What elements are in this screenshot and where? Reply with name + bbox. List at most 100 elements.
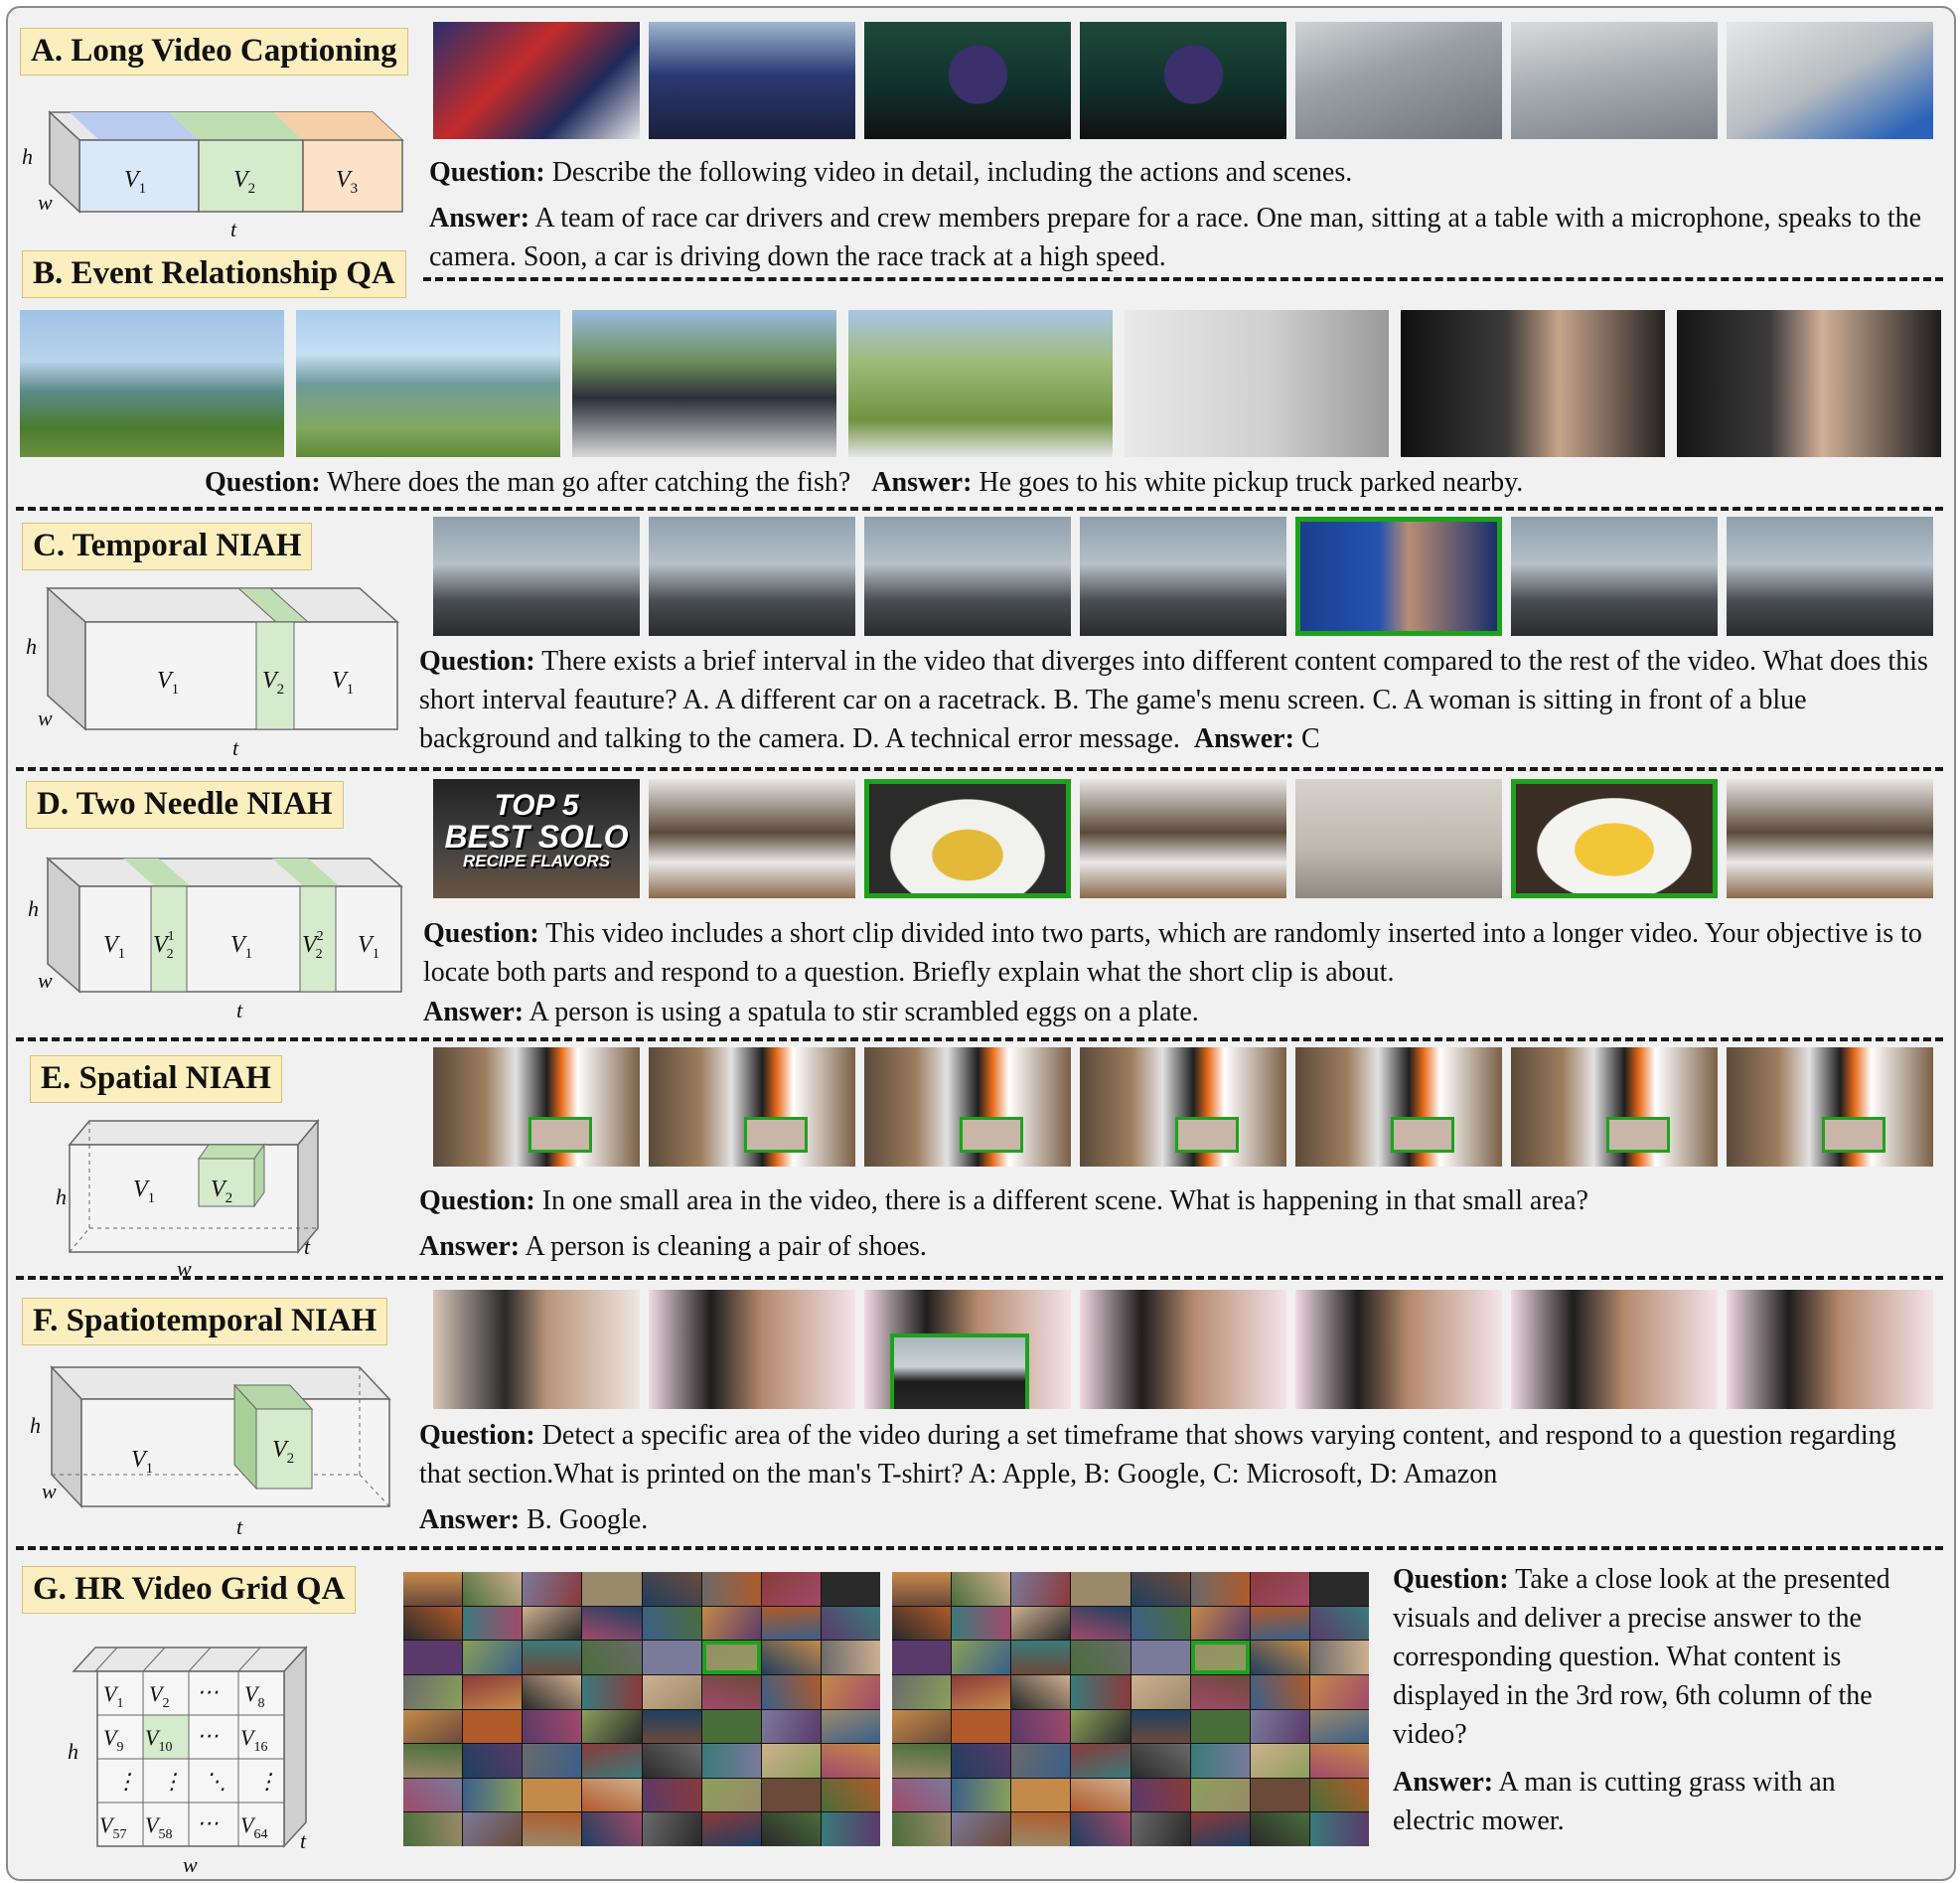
svg-text:w: w — [38, 968, 53, 993]
grid-cell — [582, 1812, 642, 1846]
svg-text:⋮: ⋮ — [256, 1769, 278, 1794]
grid-cell — [523, 1641, 582, 1674]
panel-a-frame — [1727, 22, 1933, 139]
grid-cell — [1309, 1641, 1369, 1674]
grid-cell — [1011, 1744, 1071, 1778]
grid-cell — [1011, 1606, 1071, 1641]
panel-c-frame — [649, 517, 855, 636]
grid-cell — [642, 1572, 701, 1606]
svg-text:w: w — [38, 706, 53, 730]
grid-cell-highlighted — [701, 1641, 761, 1674]
grid-cell — [1250, 1606, 1309, 1641]
panel-d-frame — [1727, 779, 1933, 898]
grid-cell — [1131, 1812, 1190, 1846]
svg-text:w: w — [183, 1852, 198, 1877]
grid-cell — [821, 1744, 880, 1778]
panel-d-frame: TOP 5 BEST SOLO RECIPE FLAVORS — [433, 779, 640, 898]
svg-text:⋱: ⋱ — [205, 1769, 226, 1794]
grid-cell — [523, 1744, 582, 1778]
panel-b-frame — [1125, 310, 1389, 457]
grid-cell — [821, 1778, 880, 1812]
grid-cell — [463, 1572, 523, 1606]
panel-e-needle-inset — [1175, 1117, 1239, 1153]
grid-cell — [1011, 1812, 1071, 1846]
title-card-line2: BEST SOLO — [444, 819, 629, 855]
svg-text:t: t — [304, 1234, 311, 1259]
grid-cell — [523, 1709, 582, 1744]
grid-cell — [463, 1812, 523, 1846]
grid-cell — [1250, 1572, 1309, 1606]
panel-f-frame — [1080, 1290, 1286, 1409]
panel-b-frame — [1401, 310, 1665, 457]
grid-cell — [892, 1572, 952, 1606]
svg-text:t: t — [236, 1514, 243, 1539]
grid-cell — [1071, 1812, 1131, 1846]
grid-cell — [403, 1812, 463, 1846]
panel-c-frame — [1727, 517, 1933, 636]
panel-g-grid-video-2 — [892, 1572, 1369, 1846]
grid-cell — [582, 1674, 642, 1709]
grid-cell — [1309, 1812, 1369, 1846]
grid-cell — [1250, 1812, 1309, 1846]
grid-cell — [761, 1641, 821, 1674]
divider-bc — [16, 507, 1943, 511]
grid-cell — [952, 1674, 1011, 1709]
grid-cell — [1131, 1572, 1190, 1606]
grid-cell — [1011, 1572, 1071, 1606]
grid-cell — [582, 1606, 642, 1641]
panel-a-question: Question: Describe the following video i… — [429, 157, 1353, 188]
svg-text:h: h — [30, 1413, 41, 1438]
grid-cell — [761, 1778, 821, 1812]
grid-cell — [582, 1641, 642, 1674]
grid-cell — [952, 1744, 1011, 1778]
grid-cell — [821, 1812, 880, 1846]
svg-text:⋯: ⋯ — [197, 1810, 219, 1835]
svg-text:⋮: ⋮ — [115, 1769, 137, 1794]
grid-cell — [642, 1744, 701, 1778]
svg-text:⋯: ⋯ — [197, 1723, 219, 1748]
svg-text:h: h — [28, 896, 39, 921]
grid-cell — [523, 1606, 582, 1641]
grid-cell — [1190, 1812, 1250, 1846]
grid-cell — [1071, 1778, 1131, 1812]
panel-c-label: C. Temporal NIAH — [22, 523, 313, 570]
panel-d-frame — [649, 779, 855, 898]
panel-e-needle-inset — [1822, 1117, 1885, 1153]
grid-cell — [582, 1778, 642, 1812]
grid-cell — [403, 1744, 463, 1778]
grid-cell — [892, 1812, 952, 1846]
grid-cell — [1309, 1744, 1369, 1778]
panel-f-volume-diagram: V1 V2 h w t — [30, 1365, 391, 1539]
grid-cell — [463, 1674, 523, 1709]
panel-c-frame — [864, 517, 1071, 636]
panel-f-frame — [1511, 1290, 1718, 1409]
panel-a-volume-diagram: V1 V2 V3 h w t — [22, 110, 404, 241]
panel-d-frame — [1295, 779, 1502, 898]
grid-cell — [463, 1641, 523, 1674]
grid-cell — [952, 1709, 1011, 1744]
panel-d-title-card: TOP 5 BEST SOLO RECIPE FLAVORS — [433, 791, 640, 870]
grid-cell — [403, 1641, 463, 1674]
grid-cell — [701, 1709, 761, 1744]
grid-cell — [403, 1709, 463, 1744]
panel-f-question: Question: Detect a specific area of the … — [419, 1420, 1896, 1490]
svg-text:t: t — [300, 1828, 307, 1853]
panel-c-frame — [1511, 517, 1718, 636]
grid-cell — [952, 1778, 1011, 1812]
grid-cell — [892, 1744, 952, 1778]
grid-cell — [761, 1744, 821, 1778]
panel-f-label: F. Spatiotemporal NIAH — [22, 1298, 388, 1345]
grid-cell — [761, 1812, 821, 1846]
panel-e-frame — [433, 1047, 640, 1167]
grid-cell — [1131, 1744, 1190, 1778]
panel-c-qa: Question: There exists a brief interval … — [419, 646, 1928, 754]
panel-e-frame — [1511, 1047, 1718, 1167]
grid-cell — [821, 1606, 880, 1641]
title-card-line3: RECIPE FLAVORS — [463, 852, 610, 870]
divider-ef — [16, 1276, 1943, 1280]
grid-cell — [403, 1778, 463, 1812]
panel-c-needle-frame — [1295, 517, 1502, 636]
grid-cell — [1190, 1572, 1250, 1606]
grid-cell — [1250, 1641, 1309, 1674]
panel-b-frame — [848, 310, 1113, 457]
